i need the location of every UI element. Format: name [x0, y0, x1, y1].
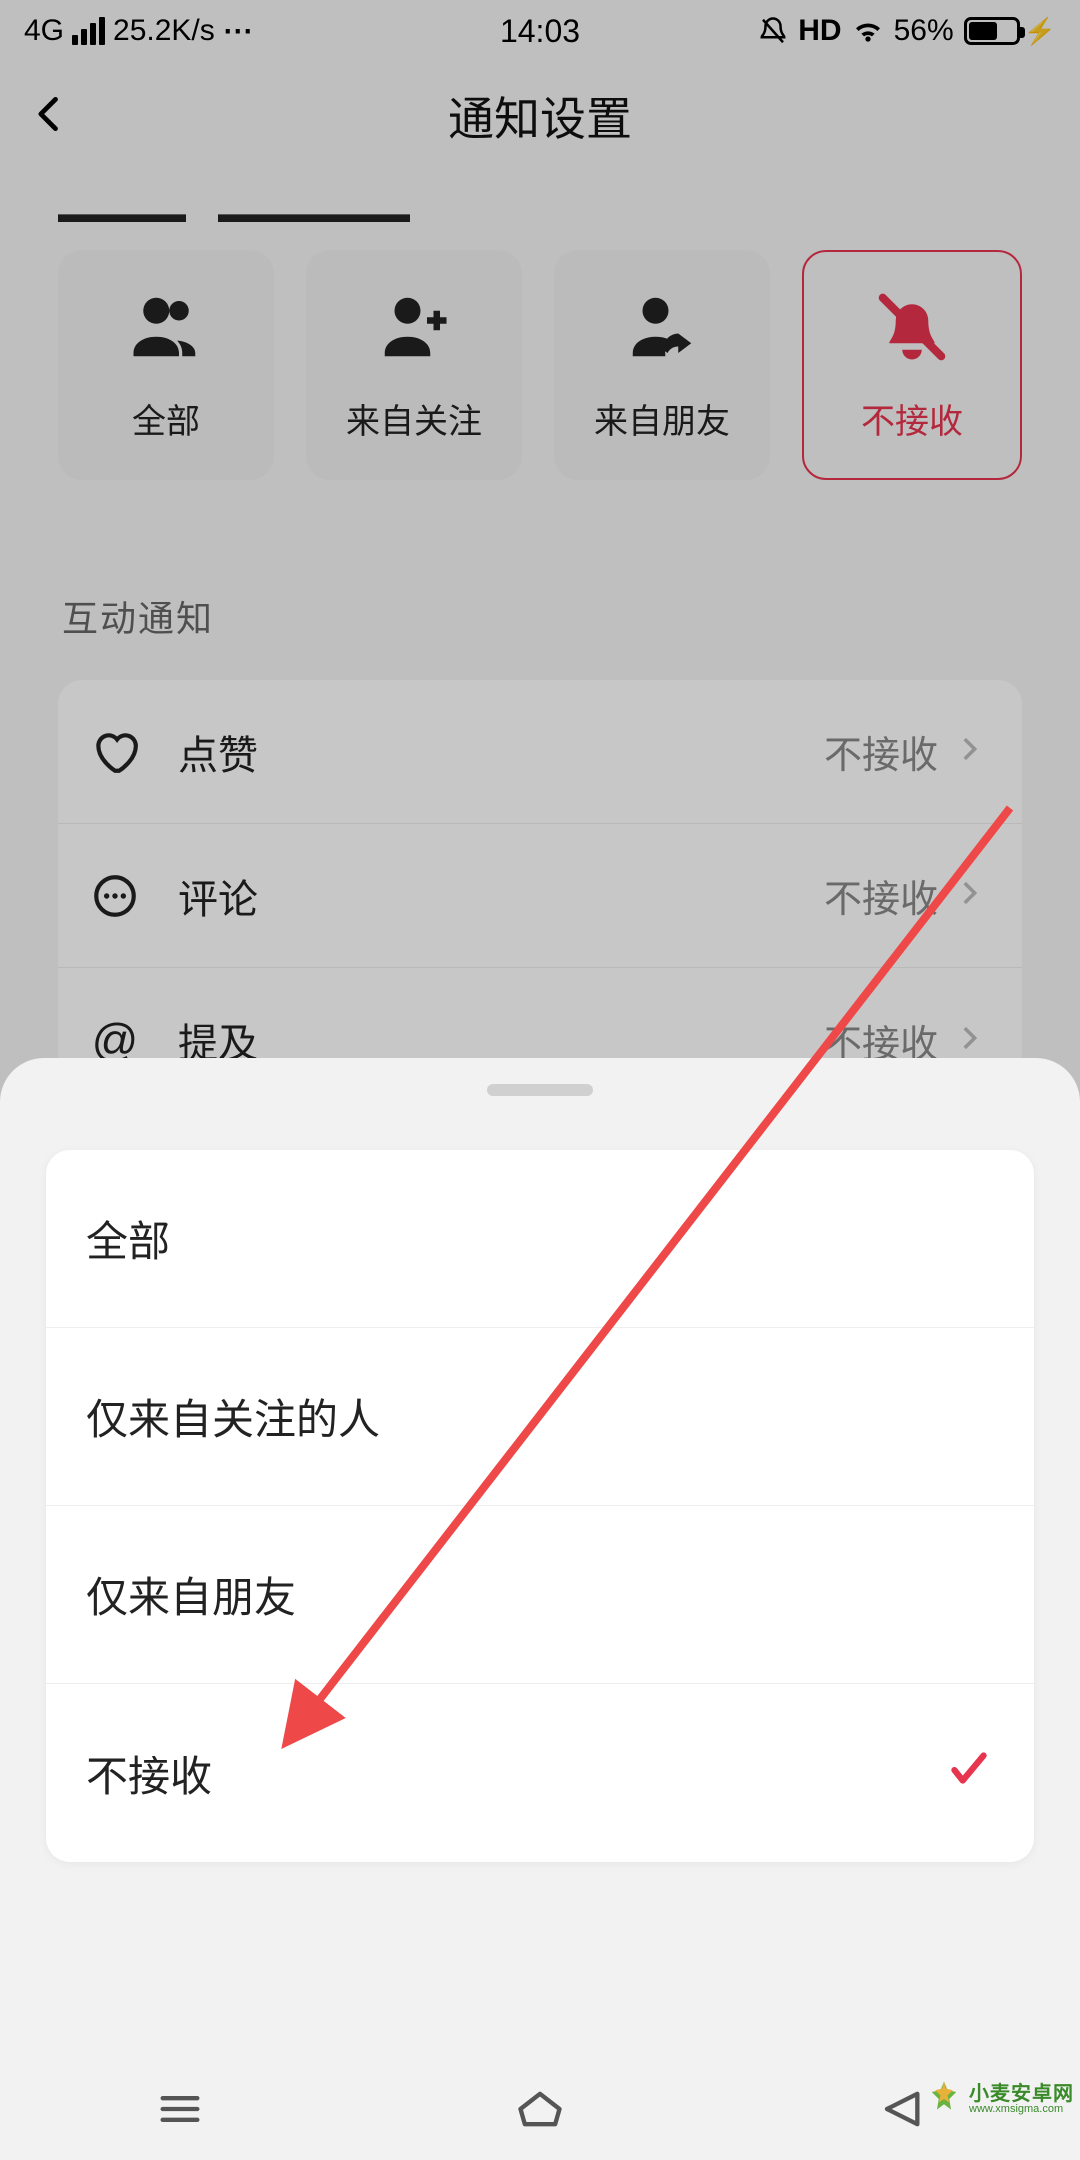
check-icon: [944, 1743, 994, 1803]
option-none[interactable]: 不接收: [46, 1684, 1034, 1862]
option-all[interactable]: 全部: [46, 1150, 1034, 1328]
nav-recent-button[interactable]: [154, 2083, 206, 2140]
option-following[interactable]: 仅来自关注的人: [46, 1328, 1034, 1506]
bottom-sheet: 全部 仅来自关注的人 仅来自朋友 不接收: [0, 1058, 1080, 2160]
system-navbar: [0, 2062, 1080, 2160]
watermark-text: 小麦安卓网: [969, 2084, 1074, 2104]
watermark: 小麦安卓网 www.xmsigma.com: [923, 2078, 1074, 2120]
leaf-icon: [923, 2078, 965, 2120]
option-label: 仅来自关注的人: [86, 1386, 380, 1447]
option-label: 仅来自朋友: [86, 1564, 296, 1625]
option-friends[interactable]: 仅来自朋友: [46, 1506, 1034, 1684]
nav-back-button[interactable]: [874, 2083, 926, 2140]
watermark-url: www.xmsigma.com: [969, 2104, 1074, 2115]
option-list: 全部 仅来自关注的人 仅来自朋友 不接收: [46, 1150, 1034, 1862]
nav-home-button[interactable]: [514, 2083, 566, 2140]
option-label: 不接收: [86, 1743, 212, 1804]
sheet-handle[interactable]: [487, 1084, 593, 1096]
option-label: 全部: [86, 1208, 170, 1269]
